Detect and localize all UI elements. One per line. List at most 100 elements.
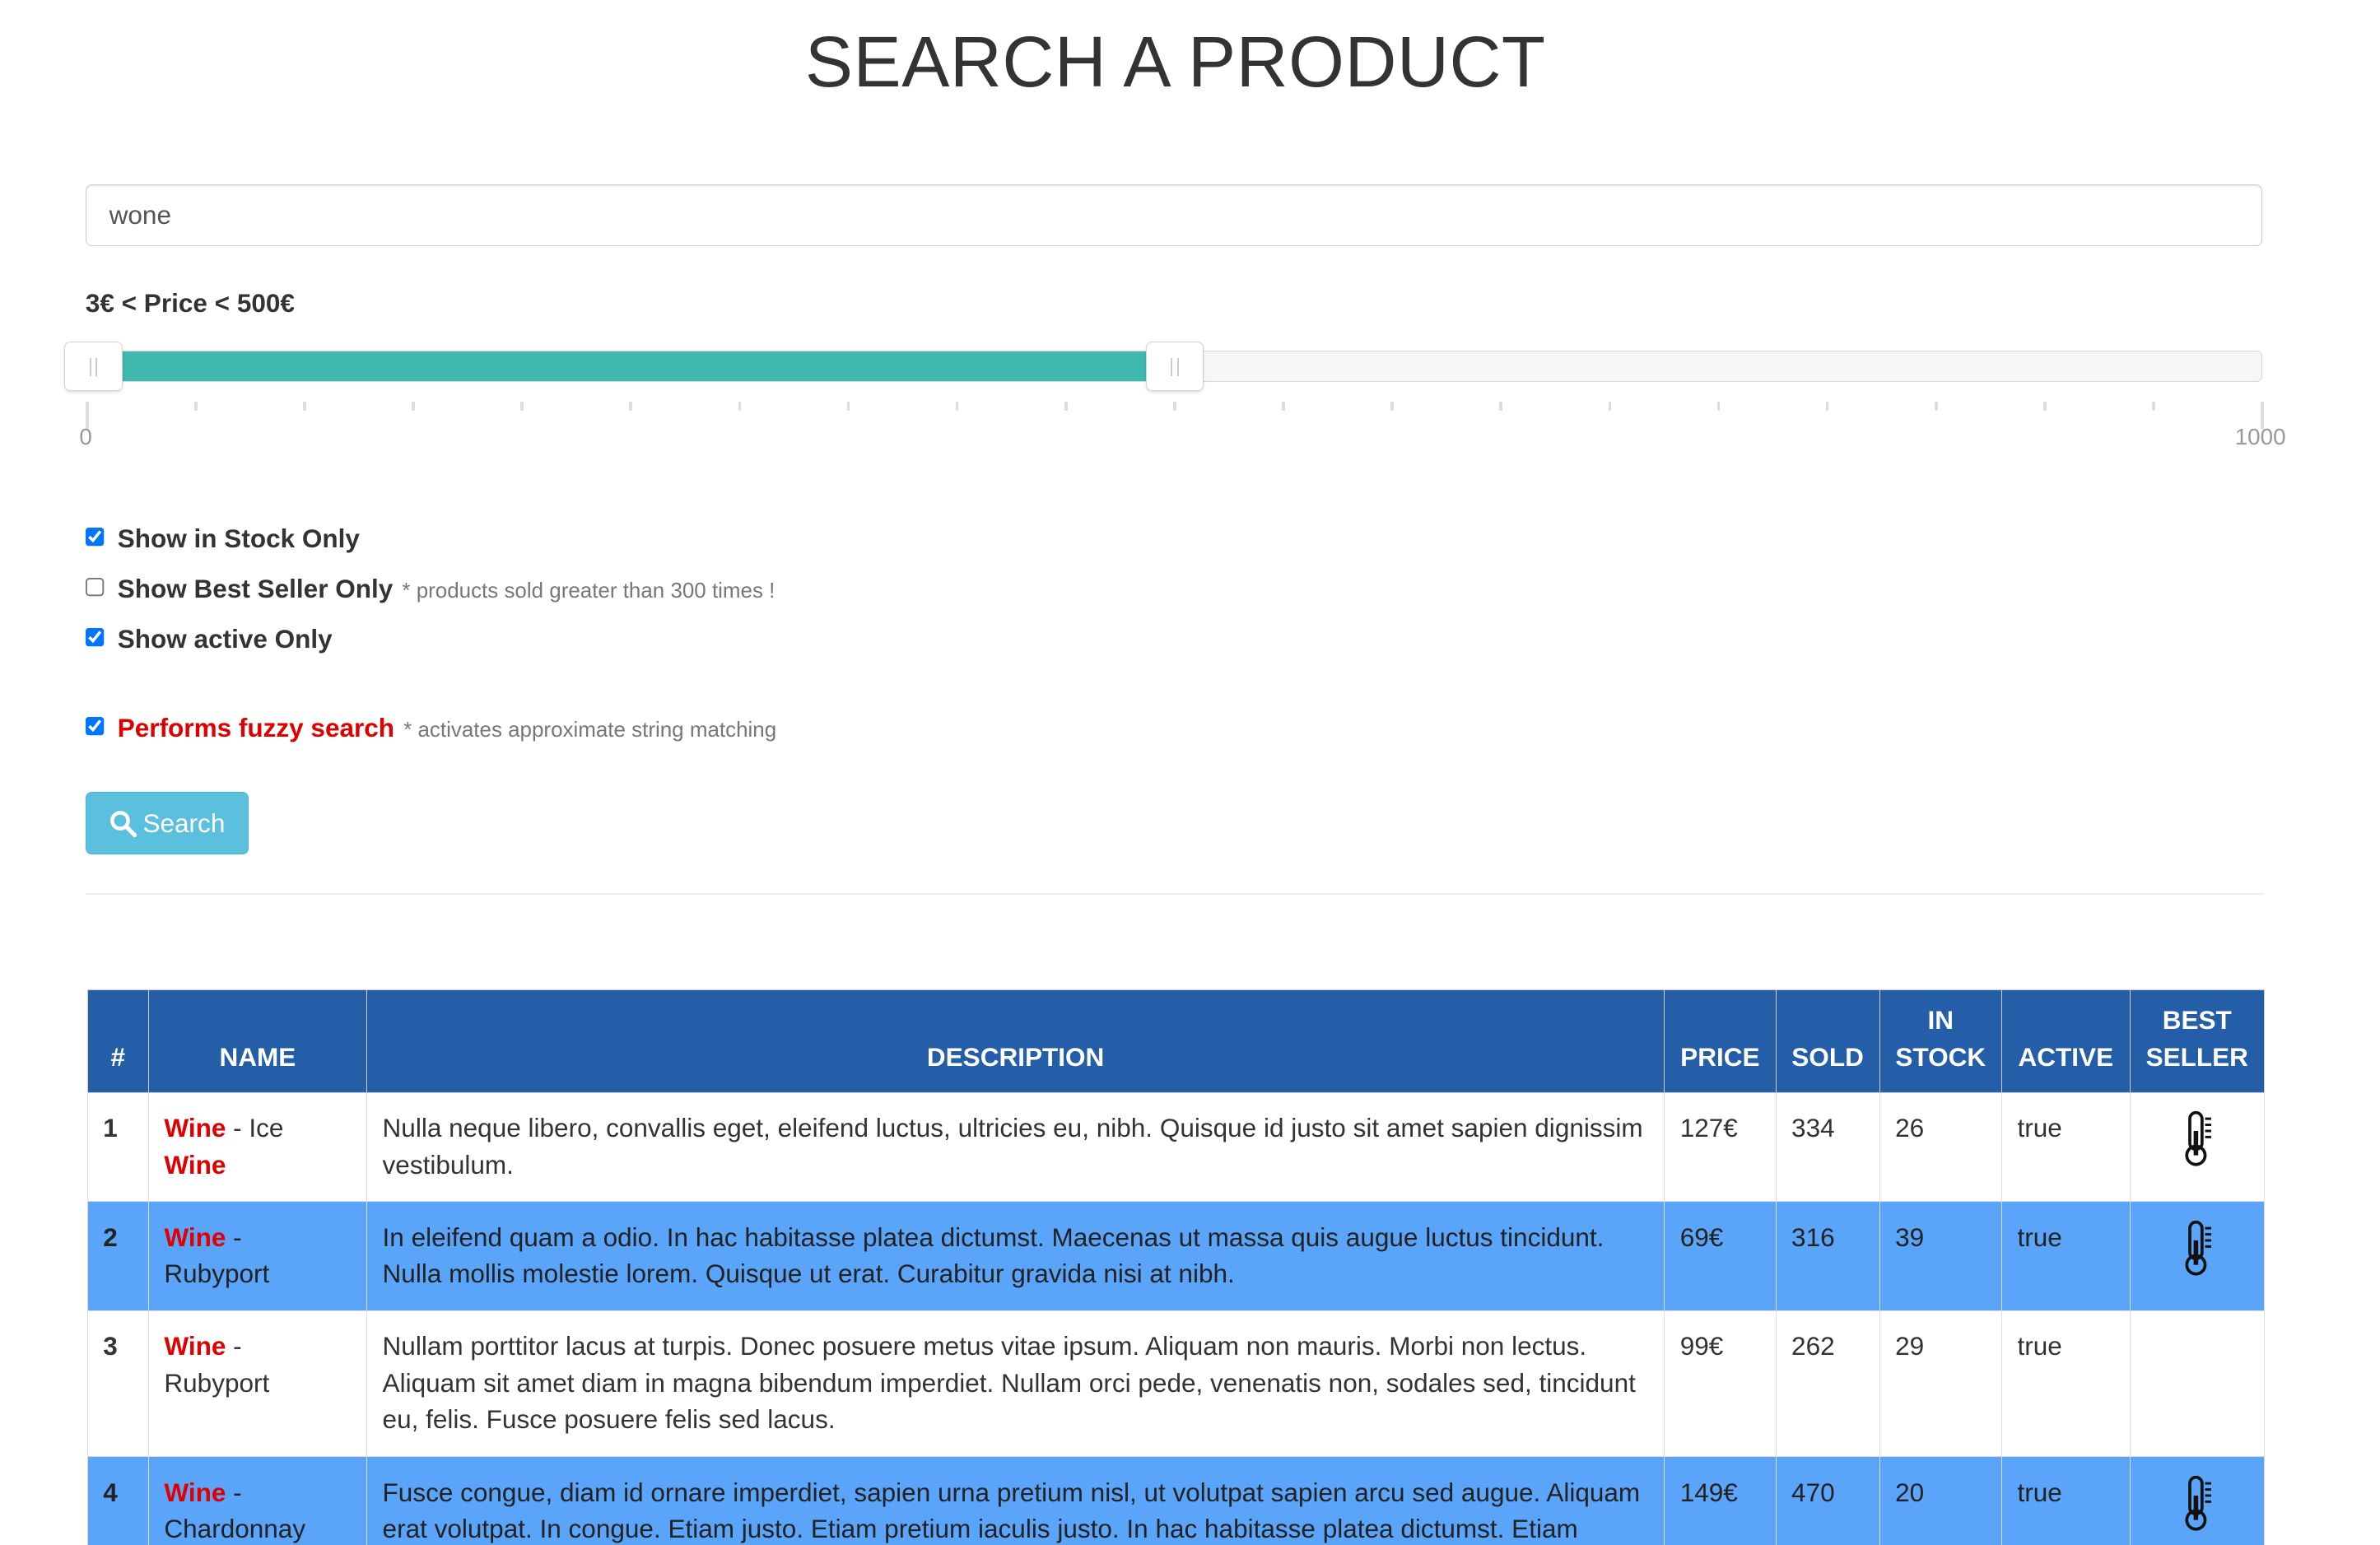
- fuzzy-checkbox[interactable]: [85, 716, 105, 737]
- slider-tick: [193, 401, 198, 411]
- row-index: 3: [86, 1310, 149, 1458]
- slider-tick: [412, 401, 415, 411]
- row-sold: 470: [1775, 1456, 1880, 1545]
- row-stock: 39: [1879, 1201, 2002, 1312]
- price-slider-max-handle[interactable]: [1145, 342, 1204, 391]
- col-header-best-seller[interactable]: BEST SELLER: [2129, 989, 2265, 1093]
- name-separator: -: [226, 1331, 242, 1361]
- filter-best-seller: Show Best Seller Only * products sold gr…: [85, 574, 775, 604]
- row-description: Fusce congue, diam id ornare imperdiet, …: [366, 1456, 1665, 1545]
- page: SEARCH A PRODUCT 3€ < Price < 500€ 0 100…: [0, 0, 2380, 1545]
- slider-tick: [520, 401, 524, 411]
- row-active: true: [2000, 1091, 2131, 1203]
- search-button[interactable]: Search: [85, 792, 249, 855]
- slider-min-label: 0: [79, 424, 92, 450]
- active-label[interactable]: Show active Only: [118, 624, 333, 654]
- divider: [85, 892, 2264, 895]
- slider-tick: [1608, 401, 1612, 411]
- row-sold: 334: [1775, 1091, 1880, 1203]
- fuzzy-label[interactable]: Performs fuzzy search: [118, 713, 394, 743]
- name-rest: Rubyport: [164, 1259, 270, 1289]
- table-row[interactable]: 3 Wine - Rubyport Nullam porttitor lacus a…: [86, 1310, 2265, 1458]
- thermometer-icon: [2179, 1111, 2216, 1174]
- row-name: Wine - Chardonnay: [147, 1456, 368, 1545]
- col-header-price[interactable]: PRICE: [1664, 989, 1777, 1093]
- slider-tick: [1173, 401, 1176, 411]
- col-header-index[interactable]: #: [86, 989, 149, 1093]
- table-row[interactable]: 1 Wine - Ice Wine Nulla neque libero, conv…: [86, 1091, 2265, 1203]
- table-row[interactable]: 2 Wine - Rubyport In eleifend quam a odio.…: [86, 1201, 2265, 1312]
- row-best-seller: [2129, 1201, 2265, 1312]
- name-rest: Wine: [164, 1149, 226, 1180]
- row-index: 1: [86, 1091, 149, 1203]
- slider-tick: [1716, 401, 1721, 411]
- col-header-active[interactable]: ACTIVE: [2000, 989, 2131, 1093]
- row-stock: 20: [1879, 1456, 2002, 1545]
- row-name: Wine - Rubyport: [147, 1310, 368, 1458]
- best-seller-checkbox[interactable]: [85, 578, 105, 598]
- thermometer-icon: [2179, 1475, 2216, 1538]
- row-index: 2: [86, 1201, 149, 1312]
- col-header-description[interactable]: DESCRIPTION: [366, 989, 1665, 1093]
- fuzzy-hint: * activates approximate string matching: [403, 716, 777, 742]
- row-description: Nullam porttitor lacus at turpis. Donec …: [366, 1310, 1665, 1458]
- slider-tick: [955, 401, 959, 411]
- search-input[interactable]: [85, 184, 2263, 246]
- slider-tick: [846, 401, 850, 411]
- slider-tick: [1499, 401, 1503, 411]
- table-header-row: # NAME DESCRIPTION PRICE SOLD IN STOCK A…: [86, 989, 2265, 1093]
- active-checkbox[interactable]: [85, 628, 105, 649]
- row-active: true: [2000, 1310, 2131, 1458]
- row-best-seller: [2129, 1091, 2265, 1203]
- row-sold: 316: [1775, 1201, 1880, 1312]
- name-highlight: Wine: [164, 1477, 226, 1507]
- best-seller-hint: * products sold greater than 300 times !: [402, 578, 775, 603]
- name-highlight: Wine: [164, 1113, 226, 1143]
- slider-tick: [1825, 401, 1829, 411]
- row-stock: 29: [1879, 1310, 2002, 1458]
- slider-tick: [1934, 401, 1938, 411]
- slider-tick: [303, 401, 306, 411]
- row-active: true: [2000, 1201, 2131, 1312]
- col-header-in-stock[interactable]: IN STOCK: [1879, 989, 2002, 1093]
- name-highlight: Wine: [164, 1331, 226, 1361]
- row-name: Wine - Ice Wine: [147, 1091, 368, 1203]
- row-index: 4: [86, 1456, 149, 1545]
- slider-tick: [738, 401, 742, 411]
- slider-tick: [2042, 401, 2047, 411]
- filter-active: Show active Only: [85, 624, 333, 654]
- in-stock-checkbox[interactable]: [85, 527, 105, 548]
- name-rest: Chardonnay: [164, 1514, 306, 1544]
- filter-fuzzy: Performs fuzzy search * activates approx…: [85, 713, 777, 743]
- slider-tick: [1390, 401, 1394, 411]
- name-highlight: Wine: [164, 1222, 226, 1252]
- row-active: true: [2000, 1456, 2131, 1545]
- row-description: Nulla neque libero, convallis eget, elei…: [366, 1091, 1665, 1203]
- row-name: Wine - Rubyport: [147, 1201, 368, 1312]
- price-slider-min-handle[interactable]: [64, 342, 123, 391]
- col-header-name[interactable]: NAME: [147, 989, 368, 1093]
- row-stock: 26: [1879, 1091, 2002, 1203]
- search-button-label: Search: [142, 807, 226, 838]
- name-separator: - Ice: [226, 1113, 284, 1143]
- row-price: 149€: [1664, 1456, 1777, 1545]
- slider-tick: [1282, 401, 1285, 411]
- row-price: 69€: [1664, 1201, 1777, 1312]
- name-rest: Rubyport: [164, 1367, 270, 1398]
- row-best-seller: [2129, 1310, 2265, 1458]
- row-price: 99€: [1664, 1310, 1777, 1458]
- row-price: 127€: [1664, 1091, 1777, 1203]
- name-separator: -: [226, 1222, 242, 1252]
- slider-tick: [2152, 401, 2155, 411]
- col-header-sold[interactable]: SOLD: [1775, 989, 1880, 1093]
- best-seller-label[interactable]: Show Best Seller Only: [118, 574, 394, 604]
- filter-in-stock: Show in Stock Only: [85, 524, 360, 554]
- row-description: In eleifend quam a odio. In hac habitass…: [366, 1201, 1665, 1312]
- results-table: # NAME DESCRIPTION PRICE SOLD IN STOCK A…: [86, 989, 2265, 1545]
- name-separator: -: [226, 1477, 242, 1507]
- table-row[interactable]: 4 Wine - Chardonnay Fusce congue, diam id …: [86, 1456, 2265, 1545]
- row-best-seller: [2129, 1456, 2265, 1545]
- price-range-label: 3€ < Price < 500€: [85, 288, 295, 319]
- search-icon: [109, 810, 137, 837]
- in-stock-label[interactable]: Show in Stock Only: [118, 524, 360, 554]
